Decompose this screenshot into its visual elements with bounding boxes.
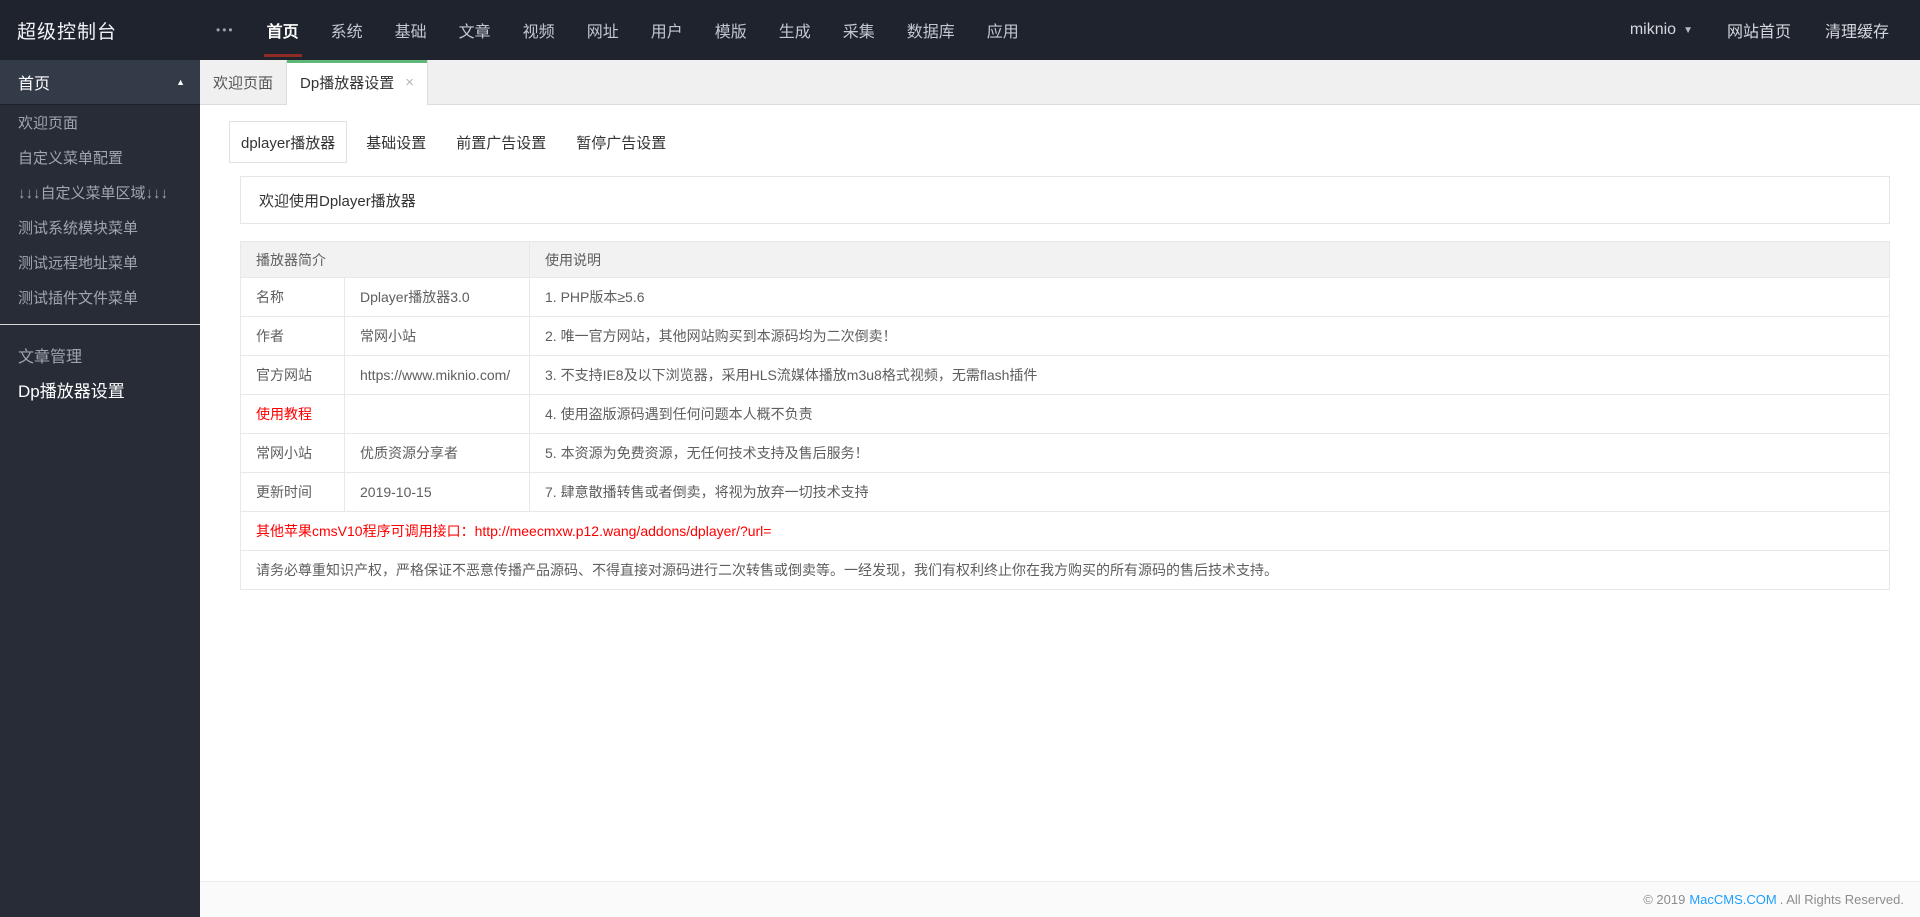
- content-tab[interactable]: dplayer播放器: [229, 121, 348, 163]
- column-header-intro: 播放器简介: [240, 241, 530, 278]
- table-row: 更新时间 2019-10-15 7. 肆意散播转售或者倒卖，将视为放弃一切技术支持: [240, 472, 1890, 512]
- content-tab[interactable]: 暂停广告设置: [574, 121, 668, 163]
- row-value-cell: 2019-10-15: [344, 472, 530, 512]
- row-note-cell: 2. 唯一官方网站，其他网站购买到本源码均为二次倒卖！: [529, 316, 1890, 356]
- caret-down-icon: ▼: [1683, 24, 1693, 36]
- top-nav-item[interactable]: 应用: [971, 0, 1035, 60]
- sidebar-divider: [0, 324, 200, 325]
- content-area: dplayer播放器 基础设置 前置广告设置 暂停广告设置 欢迎使用Dplayer播放…: [200, 105, 1920, 881]
- row-label-cell: 官方网站: [240, 355, 345, 395]
- table-row: 常网小站 优质资源分享者 5. 本资源为免费资源，无任何技术支持及售后服务！: [240, 433, 1890, 473]
- content-tab[interactable]: 基础设置: [364, 121, 428, 163]
- top-bar-right: miknio ▼ 网站首页 清理缓存: [1613, 0, 1920, 60]
- content-tab-strip: dplayer播放器 基础设置 前置广告设置 暂停广告设置: [229, 121, 1890, 163]
- top-nav-item[interactable]: 网址: [571, 0, 635, 60]
- footer-copyright-prefix: © 2019: [1643, 892, 1686, 907]
- sidebar-item[interactable]: ↓↓↓自定义菜单区域↓↓↓: [0, 175, 200, 210]
- chevron-up-icon: ▲: [176, 77, 185, 87]
- footer-maccms-link[interactable]: MacCMS.COM: [1689, 892, 1776, 907]
- row-note-cell: 4. 使用盗版源码遇到任何问题本人概不负责: [529, 394, 1890, 434]
- table-row: 使用教程 4. 使用盗版源码遇到任何问题本人概不负责: [240, 394, 1890, 434]
- workspace-tab-bar: 欢迎页面 Dp播放器设置 ×: [200, 60, 1920, 105]
- top-nav: 首页 系统 基础 文章 视频 网址 用户 模版 生成 采集 数据库 应用: [251, 0, 1035, 60]
- top-action[interactable]: 清理缓存: [1808, 0, 1906, 60]
- row-note-cell: 5. 本资源为免费资源，无任何技术支持及售后服务！: [529, 433, 1890, 473]
- row-note-cell: 7. 肆意散播转售或者倒卖，将视为放弃一切技术支持: [529, 472, 1890, 512]
- api-row-cell: 其他苹果cmsV10程序可调用接口：http://meecmxw.p12.wan…: [240, 511, 1890, 551]
- notice-row: 请务必尊重知识产权，严格保证不恶意传播产品源码、不得直接对源码进行二次转售或倒卖…: [240, 550, 1890, 590]
- table-row: 官方网站 https://www.miknio.com/3. 不支持IE8及以下浏…: [240, 355, 1890, 395]
- column-header-usage: 使用说明: [529, 241, 1890, 278]
- row-label-cell: 名称: [240, 277, 345, 317]
- close-icon[interactable]: ×: [405, 74, 414, 91]
- top-nav-item[interactable]: 首页: [251, 0, 315, 60]
- top-bar: 超级控制台 ••• 首页 系统 基础 文章 视频 网址 用户 模版 生成 采集 数据库 应用 mikn…: [0, 0, 1920, 60]
- welcome-panel: 欢迎使用Dplayer播放器: [240, 176, 1890, 224]
- sidebar-section-header[interactable]: 首页 ▲: [0, 60, 200, 105]
- row-value-cell: https://www.miknio.com/: [344, 355, 530, 395]
- top-nav-item[interactable]: 采集: [827, 0, 891, 60]
- api-row: 其他苹果cmsV10程序可调用接口：http://meecmxw.p12.wan…: [240, 511, 1890, 551]
- top-actions: 网站首页 清理缓存: [1710, 0, 1906, 60]
- sidebar: 首页 ▲ 欢迎页面 自定义菜单配置 ↓↓↓自定义菜单区域↓↓↓ 测试系统模块菜单 测试远程地…: [0, 60, 200, 917]
- table-row: 名称 Dplayer播放器3.0 1. PHP版本≥5.6: [240, 277, 1890, 317]
- row-label-cell: 更新时间: [240, 472, 345, 512]
- top-nav-item[interactable]: 文章: [443, 0, 507, 60]
- content-tab[interactable]: 前置广告设置: [454, 121, 548, 163]
- row-value-cell: 优质资源分享者: [344, 433, 530, 473]
- notice-row-cell: 请务必尊重知识产权，严格保证不恶意传播产品源码、不得直接对源码进行二次转售或倒卖…: [240, 550, 1890, 590]
- sidebar-item[interactable]: Dp播放器设置: [0, 372, 200, 407]
- workspace-tab-label: Dp播放器设置: [300, 75, 395, 92]
- sidebar-item[interactable]: 测试插件文件菜单: [0, 280, 200, 315]
- top-nav-item[interactable]: 基础: [379, 0, 443, 60]
- sidebar-section-label: 首页: [18, 76, 51, 93]
- row-value-cell: [344, 394, 530, 434]
- workspace-tab[interactable]: Dp播放器设置 ×: [287, 60, 428, 105]
- sidebar-section-label: 文章管理: [18, 348, 83, 366]
- admin-console-page: 超级控制台 ••• 首页 系统 基础 文章 视频 网址 用户 模版 生成 采集 数据库 应用 mikn…: [0, 0, 1920, 917]
- top-nav-item[interactable]: 生成: [763, 0, 827, 60]
- top-action[interactable]: 网站首页: [1710, 0, 1808, 60]
- table-header-row: 播放器简介 使用说明: [240, 241, 1890, 278]
- sidebar-item[interactable]: 测试远程地址菜单: [0, 245, 200, 280]
- sidebar-item[interactable]: 自定义菜单配置: [0, 140, 200, 175]
- sidebar-item[interactable]: 欢迎页面: [0, 105, 200, 140]
- row-note-cell: 3. 不支持IE8及以下浏览器，采用HLS流媒体播放m3u8格式视频，无需fla…: [529, 355, 1890, 395]
- top-nav-item[interactable]: 视频: [507, 0, 571, 60]
- user-name: miknio: [1629, 21, 1677, 38]
- top-nav-item[interactable]: 模版: [699, 0, 763, 60]
- top-nav-item[interactable]: 数据库: [891, 0, 971, 60]
- footer: © 2019 MacCMS.COM . All Rights Reserved.: [200, 881, 1920, 917]
- welcome-text: 欢迎使用Dplayer播放器: [259, 192, 416, 210]
- workspace-tab[interactable]: 欢迎页面: [200, 60, 288, 104]
- row-label-cell: 常网小站: [240, 433, 345, 473]
- top-nav-item[interactable]: 系统: [315, 0, 379, 60]
- row-value-cell: 常网小站: [344, 316, 530, 356]
- workspace-tab-label: 欢迎页面: [213, 74, 274, 92]
- player-info-table: 播放器简介 使用说明 名称 Dplayer播放器3.0 1. PHP版本≥5.6 作者…: [240, 241, 1890, 590]
- row-value-cell: Dplayer播放器3.0: [344, 277, 530, 317]
- body-row: 首页 ▲ 欢迎页面 自定义菜单配置 ↓↓↓自定义菜单区域↓↓↓ 测试系统模块菜单 测试远程地…: [0, 60, 1920, 917]
- main-area: 欢迎页面 Dp播放器设置 × dplayer播放器 基础设置 前置广告设置 暂停广告设置 …: [200, 60, 1920, 917]
- row-label-cell: 作者: [240, 316, 345, 356]
- table-body: 名称 Dplayer播放器3.0 1. PHP版本≥5.6 作者 常网小站 2. 唯一官方…: [240, 277, 1890, 590]
- more-icon[interactable]: •••: [200, 0, 251, 60]
- row-label-cell[interactable]: 使用教程: [240, 394, 345, 434]
- sidebar-item[interactable]: 测试系统模块菜单: [0, 210, 200, 245]
- row-note-cell: 1. PHP版本≥5.6: [529, 277, 1890, 317]
- footer-copyright-suffix: . All Rights Reserved.: [1779, 892, 1904, 907]
- top-nav-item[interactable]: 用户: [635, 0, 699, 60]
- table-row: 作者 常网小站 2. 唯一官方网站，其他网站购买到本源码均为二次倒卖！: [240, 316, 1890, 356]
- sidebar-section-header[interactable]: 文章管理: [0, 337, 200, 372]
- app-brand: 超级控制台: [17, 21, 118, 43]
- user-menu[interactable]: miknio ▼: [1613, 0, 1710, 60]
